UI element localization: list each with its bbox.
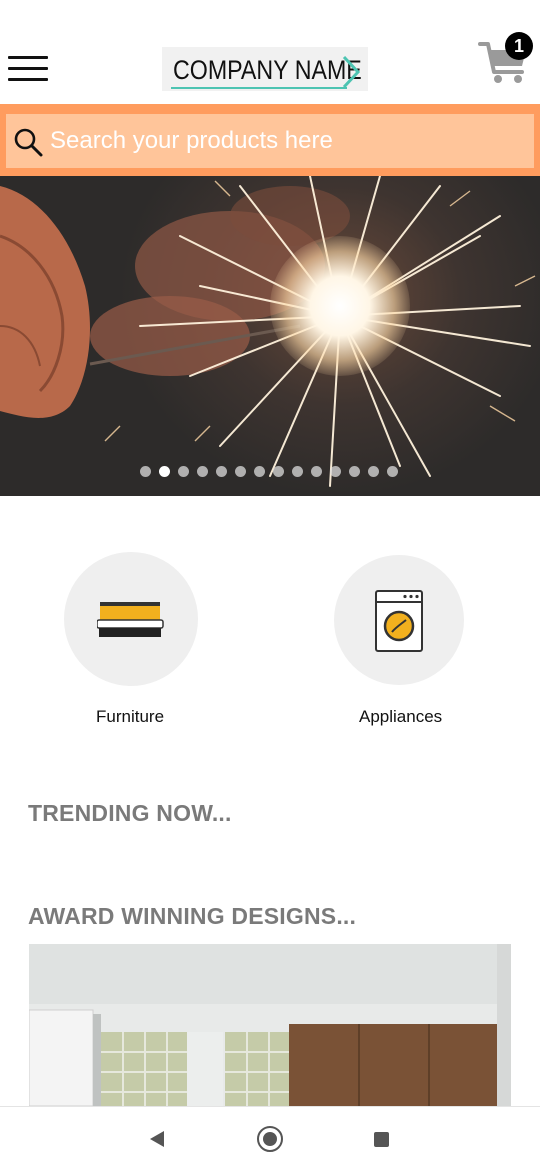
search-field-container[interactable] [6, 114, 534, 168]
carousel-dot[interactable] [254, 466, 265, 477]
carousel-dot[interactable] [330, 466, 341, 477]
cart-count-badge: 1 [505, 32, 533, 60]
sparkler-glow [270, 236, 410, 376]
category-appliances[interactable] [334, 555, 464, 685]
carousel-dot[interactable] [387, 466, 398, 477]
company-logo[interactable]: COMPANY NAME [162, 47, 368, 91]
search-icon[interactable] [12, 126, 44, 158]
award-winning-designs-heading: AWARD WINNING DESIGNS... [28, 903, 357, 929]
carousel-dot[interactable] [178, 466, 189, 477]
carousel-dot[interactable] [311, 466, 322, 477]
recent-apps-icon[interactable] [374, 1132, 389, 1147]
bed-icon [97, 602, 164, 637]
carousel-dot[interactable] [292, 466, 303, 477]
carousel-dot-active[interactable] [159, 466, 170, 477]
kitchen-interior-photo [29, 944, 511, 1106]
logo-chevron-icon [342, 55, 361, 89]
washing-machine-icon [375, 590, 423, 652]
promo-banner-carousel[interactable] [0, 176, 540, 496]
sparkler-photo [0, 176, 536, 487]
carousel-dot[interactable] [235, 466, 246, 477]
carousel-dot[interactable] [216, 466, 227, 477]
carousel-dot[interactable] [197, 466, 208, 477]
category-label-appliances: Appliances [359, 707, 443, 726]
award-design-image[interactable] [29, 944, 511, 1106]
logo-underline [171, 87, 347, 89]
carousel-dot[interactable] [349, 466, 360, 477]
back-icon[interactable] [148, 1129, 166, 1149]
home-icon[interactable] [257, 1126, 283, 1152]
logo-text: COMPANY NAME [173, 55, 362, 85]
category-furniture[interactable] [64, 552, 198, 686]
category-circle [64, 552, 198, 686]
hamburger-menu-icon[interactable] [8, 56, 48, 82]
search-bar [0, 104, 540, 176]
app-header: COMPANY NAME 1 [0, 0, 540, 104]
category-label-furniture: Furniture [96, 707, 165, 726]
category-circle [334, 555, 464, 685]
system-navigation-bar [0, 1106, 540, 1170]
carousel-dot[interactable] [140, 466, 151, 477]
trending-now-heading: TRENDING NOW... [28, 800, 232, 826]
search-input[interactable] [50, 114, 520, 168]
carousel-dot[interactable] [273, 466, 284, 477]
carousel-indicators [140, 466, 398, 478]
carousel-dot[interactable] [368, 466, 379, 477]
